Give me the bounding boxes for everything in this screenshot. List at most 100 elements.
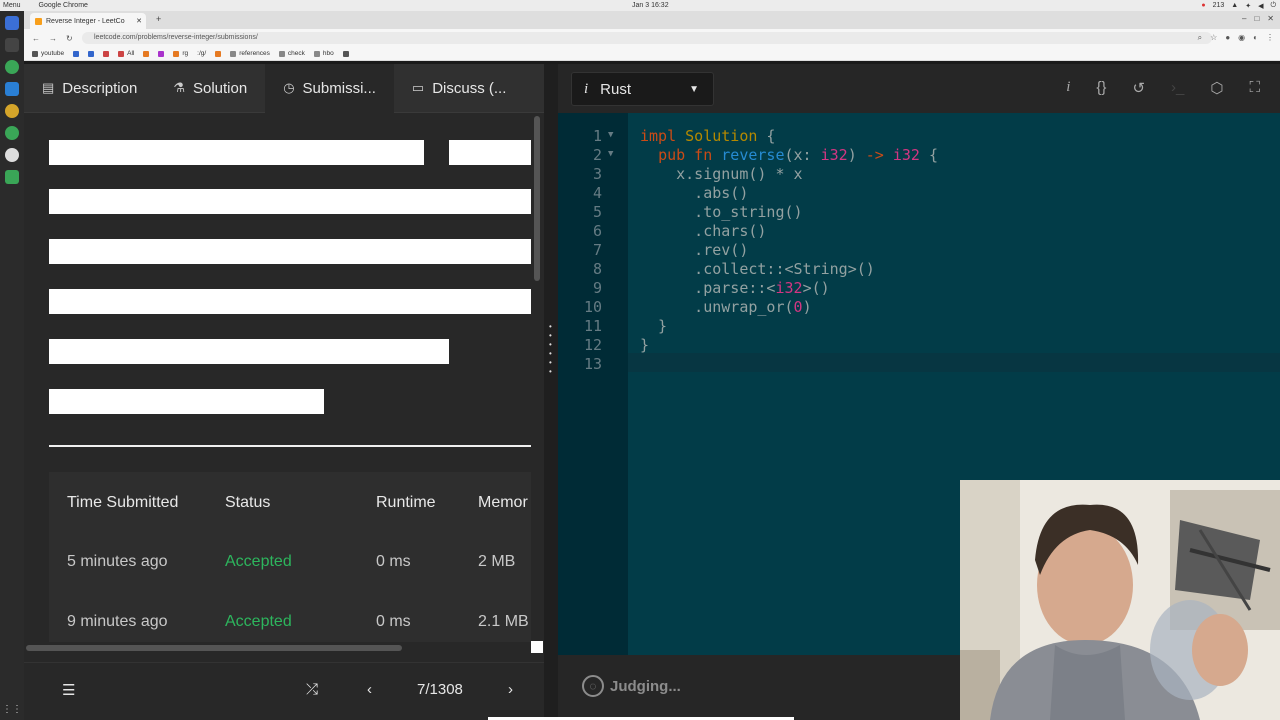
bookmark-purple[interactable] bbox=[158, 50, 165, 57]
braces-icon[interactable]: {} bbox=[1096, 79, 1106, 97]
horizontal-scrollbar[interactable] bbox=[26, 645, 402, 651]
header-memory[interactable]: Memor bbox=[478, 494, 528, 512]
leetcode-logo-icon: ◌ bbox=[582, 675, 604, 697]
header-runtime[interactable]: Runtime bbox=[376, 494, 436, 512]
leetcode-favicon-icon bbox=[35, 17, 42, 25]
fullscreen-icon[interactable]: ⛶ bbox=[1249, 79, 1260, 97]
bookmark-red[interactable] bbox=[103, 50, 110, 57]
terminal-icon[interactable] bbox=[5, 38, 19, 52]
line-number: 2 bbox=[592, 146, 602, 164]
app-grid-icon[interactable]: ⋮⋮ bbox=[2, 704, 22, 715]
volume-icon[interactable]: ◀ bbox=[1258, 2, 1263, 10]
chat-icon[interactable] bbox=[5, 60, 19, 74]
back-icon[interactable]: ← bbox=[32, 34, 40, 43]
scroll-corner bbox=[531, 641, 543, 653]
os-clock[interactable]: Jan 3 16:32 bbox=[632, 2, 669, 9]
reset-icon[interactable]: ↺ bbox=[1132, 79, 1145, 97]
chrome-icon[interactable] bbox=[5, 104, 19, 118]
cell-runtime: 0 ms bbox=[376, 613, 411, 630]
bookmark-rg[interactable]: rg bbox=[173, 50, 188, 57]
github-icon[interactable]: ◉ bbox=[1238, 33, 1245, 43]
bookmark-blue[interactable] bbox=[73, 50, 80, 57]
reload-icon[interactable]: ↻ bbox=[66, 34, 73, 43]
editor-tools: i {} ↺ ›_ ⬡ ⛶ bbox=[1066, 79, 1260, 97]
fold-icon[interactable]: ▼ bbox=[608, 130, 613, 140]
header-status[interactable]: Status bbox=[225, 494, 270, 512]
prev-problem-icon[interactable]: ‹ bbox=[367, 681, 372, 698]
code-line: .to_string() bbox=[640, 203, 803, 221]
extension-icon[interactable]: ● bbox=[1225, 33, 1230, 43]
maximize-icon[interactable]: □ bbox=[1254, 14, 1259, 23]
shield-icon[interactable]: ● bbox=[1201, 2, 1205, 9]
cell-status-accepted[interactable]: Accepted bbox=[225, 613, 292, 631]
code-line: .collect::<String>() bbox=[640, 260, 875, 278]
info-icon[interactable]: i bbox=[1066, 79, 1070, 97]
tab-description[interactable]: ▤ Description bbox=[24, 64, 155, 113]
line-number: 4 bbox=[592, 184, 602, 202]
close-window-icon[interactable]: ✕ bbox=[1267, 14, 1274, 23]
profile-icon[interactable]: ◐ bbox=[1253, 33, 1258, 43]
problem-tabs: ▤ Description ⚗ Solution ◷ Submissi... ▭… bbox=[24, 63, 544, 113]
language-select[interactable]: i Rust ▼ bbox=[571, 72, 714, 106]
media-icon[interactable] bbox=[5, 148, 19, 162]
bookmark-g[interactable]: :/g/ bbox=[197, 50, 206, 57]
shuffle-icon[interactable]: ⤮ bbox=[306, 681, 318, 698]
more-icon[interactable]: ⋮ bbox=[1266, 33, 1274, 43]
problem-pager[interactable]: 7/1308 bbox=[417, 681, 463, 698]
code-line: .chars() bbox=[640, 222, 767, 240]
network-icon[interactable]: ▲ bbox=[1231, 2, 1238, 9]
minimize-icon[interactable]: – bbox=[1242, 14, 1246, 23]
header-time-submitted[interactable]: Time Submitted bbox=[67, 494, 178, 512]
bookmark-hbo[interactable]: hbo bbox=[313, 50, 334, 57]
messenger-icon[interactable] bbox=[5, 126, 19, 140]
bluetooth-icon[interactable]: ✦ bbox=[1245, 2, 1251, 10]
drag-handle-icon[interactable]: • • • • • • bbox=[549, 322, 552, 376]
code-line: .rev() bbox=[640, 241, 749, 259]
code-line: } bbox=[640, 317, 668, 335]
browser-tab[interactable]: Reverse Integer - LeetCo ✕ bbox=[30, 13, 146, 29]
problem-footer: ☰ ⤮ ‹ 7/1308 › bbox=[24, 662, 544, 720]
tab-discuss[interactable]: ▭ Discuss (... bbox=[394, 64, 524, 113]
line-number: 11 bbox=[583, 317, 602, 335]
bookmark-youtube[interactable]: youtube bbox=[32, 50, 64, 57]
address-bar[interactable]: leetcode.com/problems/reverse-integer/su… bbox=[82, 32, 1212, 44]
close-tab-icon[interactable]: ✕ bbox=[136, 17, 142, 25]
line-number: 6 bbox=[592, 222, 602, 240]
webcam-person-image bbox=[960, 480, 1280, 720]
power-icon[interactable]: ⏻ bbox=[1270, 2, 1276, 10]
fold-icon[interactable]: ▼ bbox=[608, 149, 613, 159]
line-number: 3 bbox=[592, 165, 602, 183]
problem-list-icon[interactable]: ☰ bbox=[62, 681, 75, 699]
store-icon[interactable] bbox=[5, 170, 19, 184]
next-problem-icon[interactable]: › bbox=[508, 681, 513, 698]
star-icon[interactable]: ☆ bbox=[1210, 33, 1217, 43]
loading-placeholder bbox=[49, 239, 531, 264]
line-number: 5 bbox=[592, 203, 602, 221]
bookmark-check[interactable]: check bbox=[278, 50, 305, 57]
tab-submissions[interactable]: ◷ Submissi... bbox=[265, 63, 394, 113]
bookmark-folder[interactable] bbox=[342, 50, 349, 57]
bookmark-w[interactable] bbox=[215, 50, 222, 57]
active-app-label[interactable]: Google Chrome bbox=[39, 2, 88, 9]
loading-placeholder bbox=[449, 140, 531, 165]
settings-icon[interactable]: ⬡ bbox=[1210, 79, 1223, 97]
bookmark-orange[interactable] bbox=[143, 50, 150, 57]
section-divider bbox=[49, 445, 531, 447]
console-icon[interactable]: ›_ bbox=[1171, 79, 1184, 97]
vscode-icon[interactable] bbox=[5, 82, 19, 96]
tab-solution[interactable]: ⚗ Solution bbox=[155, 64, 265, 113]
vertical-scrollbar[interactable] bbox=[534, 116, 540, 281]
bookmark-references[interactable]: references bbox=[230, 50, 270, 57]
os-menu-button[interactable]: Menu bbox=[3, 2, 21, 9]
browser-tab-strip: Reverse Integer - LeetCo ✕ + – □ ✕ bbox=[24, 11, 1280, 29]
bookmark-all[interactable]: All bbox=[118, 50, 134, 57]
forward-icon[interactable]: → bbox=[49, 34, 57, 43]
cell-memory: 2 MB bbox=[478, 553, 516, 570]
files-icon[interactable] bbox=[5, 16, 19, 30]
new-tab-icon[interactable]: + bbox=[156, 14, 161, 24]
cell-status-accepted[interactable]: Accepted bbox=[225, 553, 292, 571]
search-icon[interactable]: ⌕ bbox=[1198, 33, 1202, 43]
bookmark-blue-2[interactable] bbox=[88, 50, 95, 57]
flask-icon: ⚗ bbox=[173, 80, 185, 95]
panel-splitter[interactable]: • • • • • • bbox=[544, 64, 558, 720]
